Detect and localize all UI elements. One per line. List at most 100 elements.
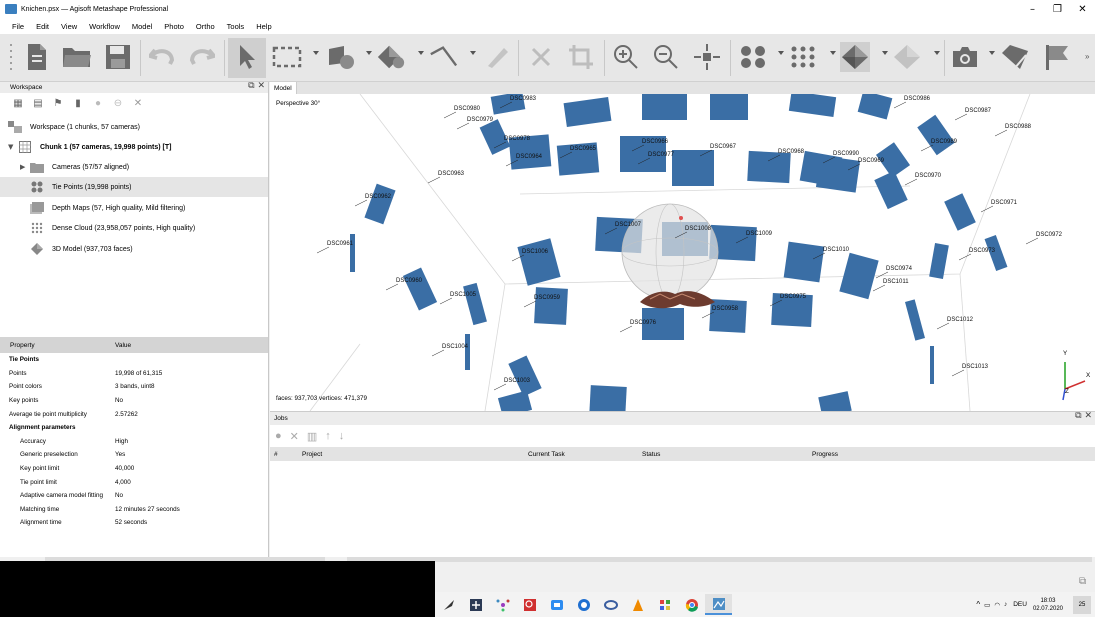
camera-label[interactable]: DSC1012: [947, 317, 974, 323]
camera-plane[interactable]: [904, 299, 926, 341]
col-project[interactable]: Project: [302, 451, 322, 458]
tray-battery-icon[interactable]: ▭: [984, 601, 990, 609]
tray-clock[interactable]: 18:03 02.07.2020: [1033, 597, 1063, 613]
cancel-job-icon[interactable]: ✕: [290, 430, 299, 443]
move-down-icon[interactable]: ↓: [339, 430, 345, 442]
tray-chevron-icon[interactable]: ^: [976, 600, 980, 609]
taskbar-app-1[interactable]: [435, 594, 462, 615]
delete-job-icon[interactable]: ▥: [307, 430, 317, 443]
taskbar-app-5[interactable]: [543, 594, 570, 615]
camera-label[interactable]: DSC0990: [833, 151, 860, 157]
add-photos-icon[interactable]: ▤: [32, 97, 44, 109]
menu-file[interactable]: File: [12, 22, 24, 31]
camera-plane[interactable]: [788, 94, 837, 118]
zoom-in-button[interactable]: [611, 42, 641, 72]
camera-plane[interactable]: [534, 287, 568, 325]
toolbar-overflow-chevron-icon[interactable]: »: [1085, 52, 1089, 61]
undo-button[interactable]: [147, 42, 177, 72]
camera-label[interactable]: DSC0962: [365, 194, 392, 200]
col-current-task[interactable]: Current Task: [528, 451, 565, 458]
camera-label[interactable]: DSC0958: [712, 306, 739, 312]
camera-label[interactable]: DSC0979: [467, 117, 494, 123]
camera-plane[interactable]: [944, 193, 976, 231]
camera-label[interactable]: DSC0969: [858, 158, 885, 164]
show-shapes-button[interactable]: [1000, 42, 1030, 72]
dense-dropdown-arrow[interactable]: [830, 51, 836, 55]
camera-label[interactable]: DSC0965: [570, 146, 597, 152]
camera-label[interactable]: DSC1003: [504, 378, 531, 384]
menu-ortho[interactable]: Ortho: [196, 22, 215, 31]
dense-cloud-button[interactable]: [788, 42, 818, 72]
tab-model[interactable]: Model: [270, 82, 297, 94]
taskbar-app-8[interactable]: [624, 594, 651, 615]
crop-selection-button[interactable]: [566, 42, 596, 72]
camera-plane[interactable]: [783, 241, 825, 283]
camera-plane[interactable]: [350, 234, 355, 272]
jobs-float-close-icons[interactable]: ⧉ ✕: [1075, 411, 1092, 421]
workspace-float-close-icons[interactable]: ⧉ ✕: [248, 81, 265, 91]
show-cameras-toggle[interactable]: [950, 42, 980, 72]
camera-plane[interactable]: [857, 94, 893, 120]
navigation-tool-button[interactable]: [232, 42, 262, 72]
camera-label[interactable]: DSC0963: [438, 171, 465, 177]
camera-label[interactable]: DSC0972: [1036, 232, 1063, 238]
camera-label[interactable]: DSC1007: [615, 222, 642, 228]
camera-label[interactable]: DSC0967: [710, 144, 737, 150]
tree-item-tie-points[interactable]: Tie Points (19,998 points): [0, 177, 268, 197]
camera-plane[interactable]: [815, 155, 861, 193]
camera-label[interactable]: DSC1009: [746, 231, 773, 237]
delete-selection-button[interactable]: [526, 42, 556, 72]
expand-down-icon[interactable]: ▼: [8, 143, 18, 151]
menu-edit[interactable]: Edit: [36, 22, 49, 31]
camera-label[interactable]: DSC0968: [778, 149, 805, 155]
camera-label[interactable]: DSC0978: [504, 136, 531, 142]
taskbar-app-2[interactable]: [462, 594, 489, 615]
taskbar-app-3[interactable]: [489, 594, 516, 615]
tree-item-dense-cloud[interactable]: Dense Cloud (23,958,057 points, High qua…: [0, 218, 268, 238]
camera-plane[interactable]: [364, 183, 396, 225]
camera-plane[interactable]: [930, 346, 934, 384]
maximize-button[interactable]: ❐: [1045, 0, 1070, 18]
model-shaded-button[interactable]: [840, 42, 870, 72]
resize-grip-icon[interactable]: ⧉: [1079, 576, 1093, 588]
camera-label[interactable]: DSC0960: [396, 278, 423, 284]
camera-label[interactable]: DSC1011: [883, 279, 909, 285]
model-dropdown-arrow[interactable]: [882, 51, 888, 55]
camera-plane[interactable]: [929, 243, 949, 279]
camera-label[interactable]: DSC0970: [915, 173, 942, 179]
camera-label[interactable]: DSC1013: [962, 364, 989, 370]
new-document-button[interactable]: [22, 42, 52, 72]
taskbar-app-7[interactable]: [597, 594, 624, 615]
camera-plane[interactable]: [563, 96, 612, 128]
taskbar-app-4[interactable]: [516, 594, 543, 615]
tiled-dropdown-arrow[interactable]: [934, 51, 940, 55]
points-dropdown-arrow[interactable]: [778, 51, 784, 55]
camera-label[interactable]: DSC1008: [685, 226, 712, 232]
ruler-button[interactable]: [428, 42, 458, 72]
minimize-button[interactable]: –: [1020, 0, 1045, 18]
camera-plane[interactable]: [747, 150, 791, 184]
camera-plane[interactable]: [642, 94, 687, 120]
camera-label[interactable]: DSC0977: [648, 152, 675, 158]
taskbar-app-10[interactable]: [678, 594, 705, 615]
selection-dropdown-arrow[interactable]: [313, 51, 319, 55]
camera-label[interactable]: DSC0966: [642, 139, 669, 145]
enable-icon[interactable]: ●: [92, 97, 104, 109]
taskbar-app-6[interactable]: [570, 594, 597, 615]
toolbar-grip[interactable]: [9, 42, 13, 74]
trackball-sphere[interactable]: [621, 203, 719, 301]
rectangle-selection-button[interactable]: [272, 42, 302, 72]
reset-view-button[interactable]: [692, 42, 722, 72]
col-number[interactable]: #: [274, 451, 278, 458]
rotate-region-button[interactable]: [376, 42, 406, 72]
tree-item-chunk[interactable]: ▼ Chunk 1 (57 cameras, 19,998 points) [T…: [0, 137, 268, 157]
camera-label[interactable]: DSC0980: [454, 106, 481, 112]
camera-label[interactable]: DSC0964: [516, 154, 543, 160]
camera-label[interactable]: DSC1005: [450, 292, 477, 298]
camera-label[interactable]: DSC0971: [991, 200, 1018, 206]
menu-photo[interactable]: Photo: [164, 22, 184, 31]
menu-tools[interactable]: Tools: [227, 22, 245, 31]
menu-workflow[interactable]: Workflow: [89, 22, 120, 31]
camera-plane[interactable]: [465, 334, 470, 370]
value-column-header[interactable]: Value: [114, 342, 131, 349]
